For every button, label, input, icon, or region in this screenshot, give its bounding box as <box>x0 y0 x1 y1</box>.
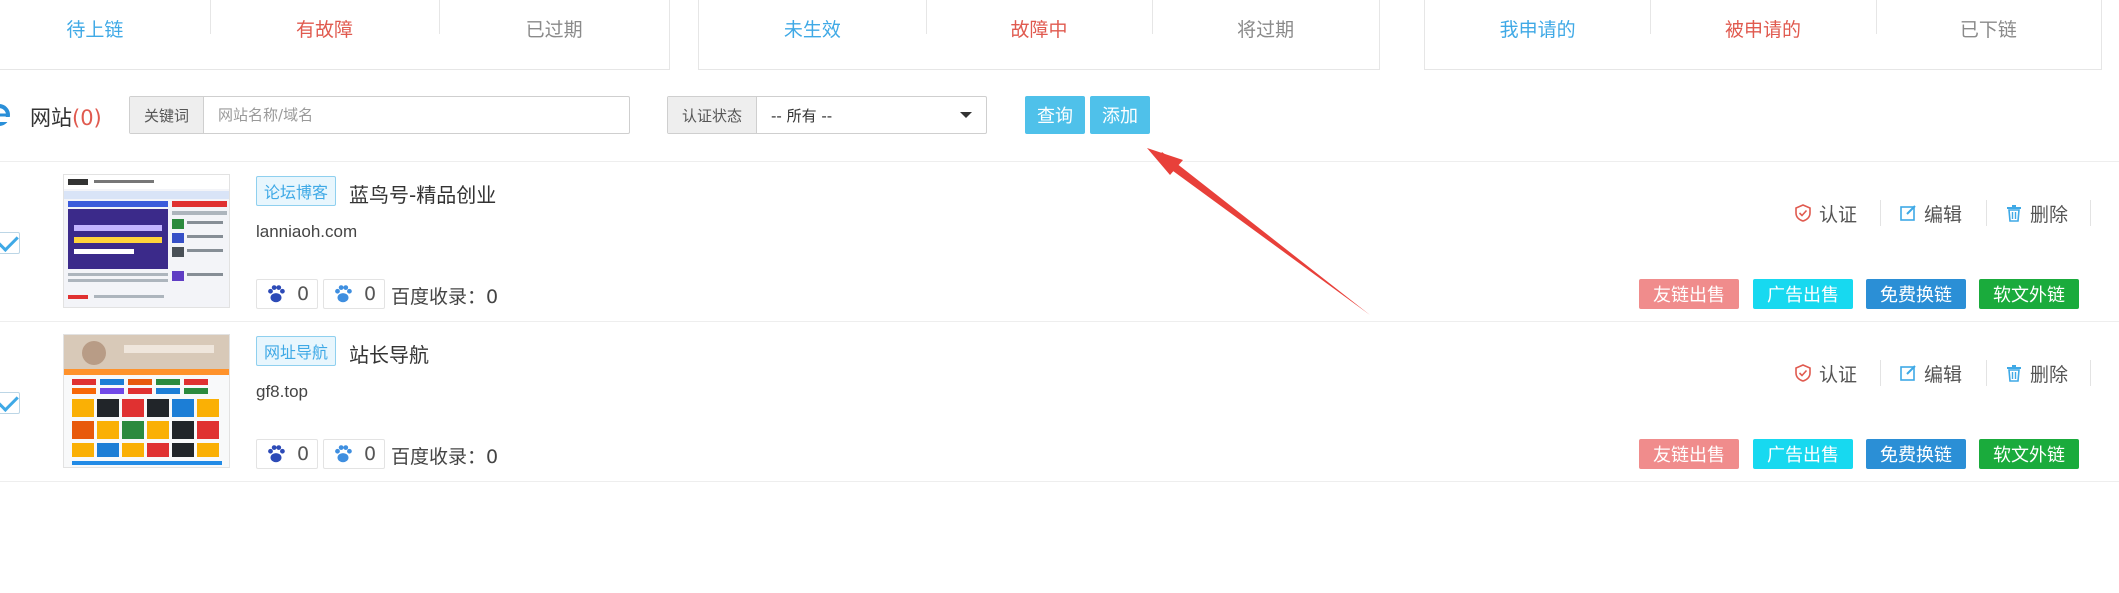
free-link-exchange-button[interactable]: 免费换链 <box>1866 279 1966 309</box>
delete-action[interactable]: 删除 <box>2004 200 2068 227</box>
status-has-fault[interactable]: 有故障 <box>209 0 440 69</box>
status-offchain[interactable]: 已下链 <box>1875 0 2101 69</box>
delete-action-label: 删除 <box>2030 363 2069 386</box>
add-button[interactable]: 添加 <box>1090 96 1150 134</box>
site-thumbnail <box>63 174 230 308</box>
baidu-weight-pc-value: 0 <box>296 443 310 465</box>
baidu-index: 百度收录：0 <box>391 282 498 309</box>
free-link-exchange-button[interactable]: 免费换链 <box>1866 439 1966 469</box>
friend-link-sale-button[interactable]: 友链出售 <box>1639 279 1739 309</box>
action-divider <box>1986 200 1987 226</box>
site-row: 网址导航 站长导航 gf8.top 0 0 百度收录：0 认证 编辑 删除 友链… <box>0 321 2119 482</box>
status-expired[interactable]: 已过期 <box>439 0 669 69</box>
status-my-applications[interactable]: 我申请的 <box>1425 0 1650 69</box>
cert-status-label: 认证状态 <box>668 97 758 133</box>
cert-action[interactable]: 认证 <box>1793 200 1857 227</box>
cert-action-label: 认证 <box>1819 203 1858 226</box>
baidu-weight-mobile: 0 <box>323 439 385 469</box>
site-thumbnail <box>63 334 230 468</box>
edit-action-label: 编辑 <box>1924 363 1963 386</box>
action-divider <box>1880 360 1881 386</box>
site-screenshot-image <box>64 175 229 307</box>
edit-action-label: 编辑 <box>1924 203 1963 226</box>
baidu-index-value: 0 <box>486 286 499 308</box>
site-count: (0) <box>72 106 102 130</box>
cert-status-value: -- 所有 -- <box>771 106 833 125</box>
baidu-weight-mobile-value: 0 <box>363 283 377 305</box>
ad-sale-button[interactable]: 广告出售 <box>1753 279 1853 309</box>
baidu-weight-mobile-value: 0 <box>363 443 377 465</box>
chevron-down-icon <box>960 112 972 118</box>
baidu-paw-mobile-icon <box>335 445 352 463</box>
action-divider <box>1880 200 1881 226</box>
baidu-paw-icon <box>268 285 285 303</box>
status-panel-chain: 待上链 有故障 已过期 <box>0 0 670 70</box>
shield-check-icon <box>1795 204 1811 222</box>
row-actions: 认证 编辑 删除 <box>0 360 2119 386</box>
shield-check-icon <box>1795 364 1811 382</box>
keyword-search-group: 关键词 <box>129 96 630 134</box>
baidu-weight-pc-value: 0 <box>296 283 310 305</box>
page-title-text: 网站 <box>30 106 72 130</box>
edit-icon <box>1900 205 1916 221</box>
baidu-weight-pc: 0 <box>256 279 318 309</box>
row-checkbox[interactable] <box>0 392 20 414</box>
ad-sale-button[interactable]: 广告出售 <box>1753 439 1853 469</box>
baidu-paw-icon <box>268 445 285 463</box>
cert-action-label: 认证 <box>1819 363 1858 386</box>
delete-action-label: 删除 <box>2030 203 2069 226</box>
keyword-input[interactable] <box>204 97 629 133</box>
baidu-index-label: 百度收录： <box>391 286 487 308</box>
site-toolbar: 网站(0) 关键词 认证状态 -- 所有 -- 查询 添加 <box>0 96 2119 134</box>
status-not-effective[interactable]: 未生效 <box>699 0 926 69</box>
row-checkbox[interactable] <box>0 232 20 254</box>
baidu-index-value: 0 <box>486 446 499 468</box>
row-actions: 认证 编辑 删除 <box>0 200 2119 226</box>
ie-logo-icon <box>0 104 12 126</box>
baidu-weight-pc: 0 <box>256 439 318 469</box>
cert-status-select[interactable]: -- 所有 -- <box>757 97 986 133</box>
edit-action[interactable]: 编辑 <box>1898 360 1962 387</box>
page-title: 网站(0) <box>30 102 102 132</box>
baidu-paw-mobile-icon <box>335 285 352 303</box>
status-expiring[interactable]: 将过期 <box>1152 0 1379 69</box>
site-screenshot-image <box>64 335 229 467</box>
baidu-weight-mobile: 0 <box>323 279 385 309</box>
trash-icon <box>2007 365 2021 382</box>
status-panel-effect: 未生效 故障中 将过期 <box>698 0 1380 70</box>
friend-link-sale-button[interactable]: 友链出售 <box>1639 439 1739 469</box>
delete-action[interactable]: 删除 <box>2004 360 2068 387</box>
article-backlink-button[interactable]: 软文外链 <box>1979 279 2079 309</box>
edit-icon <box>1900 365 1916 381</box>
baidu-index-label: 百度收录： <box>391 446 487 468</box>
action-divider <box>1986 360 1987 386</box>
edit-action[interactable]: 编辑 <box>1898 200 1962 227</box>
status-applied-to-me[interactable]: 被申请的 <box>1650 0 1875 69</box>
status-panel-apply: 我申请的 被申请的 已下链 <box>1424 0 2102 70</box>
article-backlink-button[interactable]: 软文外链 <box>1979 439 2079 469</box>
baidu-index: 百度收录：0 <box>391 442 498 469</box>
action-divider <box>2090 200 2091 226</box>
status-in-fault[interactable]: 故障中 <box>925 0 1153 69</box>
site-row: 论坛博客 蓝鸟号-精品创业 lanniaoh.com 0 0 百度收录：0 认证… <box>0 161 2119 322</box>
cert-action[interactable]: 认证 <box>1793 360 1857 387</box>
cert-status-group: 认证状态 -- 所有 -- <box>667 96 987 134</box>
query-button[interactable]: 查询 <box>1025 96 1085 134</box>
action-divider <box>2090 360 2091 386</box>
status-pending-chain[interactable]: 待上链 <box>0 0 210 69</box>
keyword-label: 关键词 <box>130 97 205 133</box>
trash-icon <box>2007 205 2021 222</box>
